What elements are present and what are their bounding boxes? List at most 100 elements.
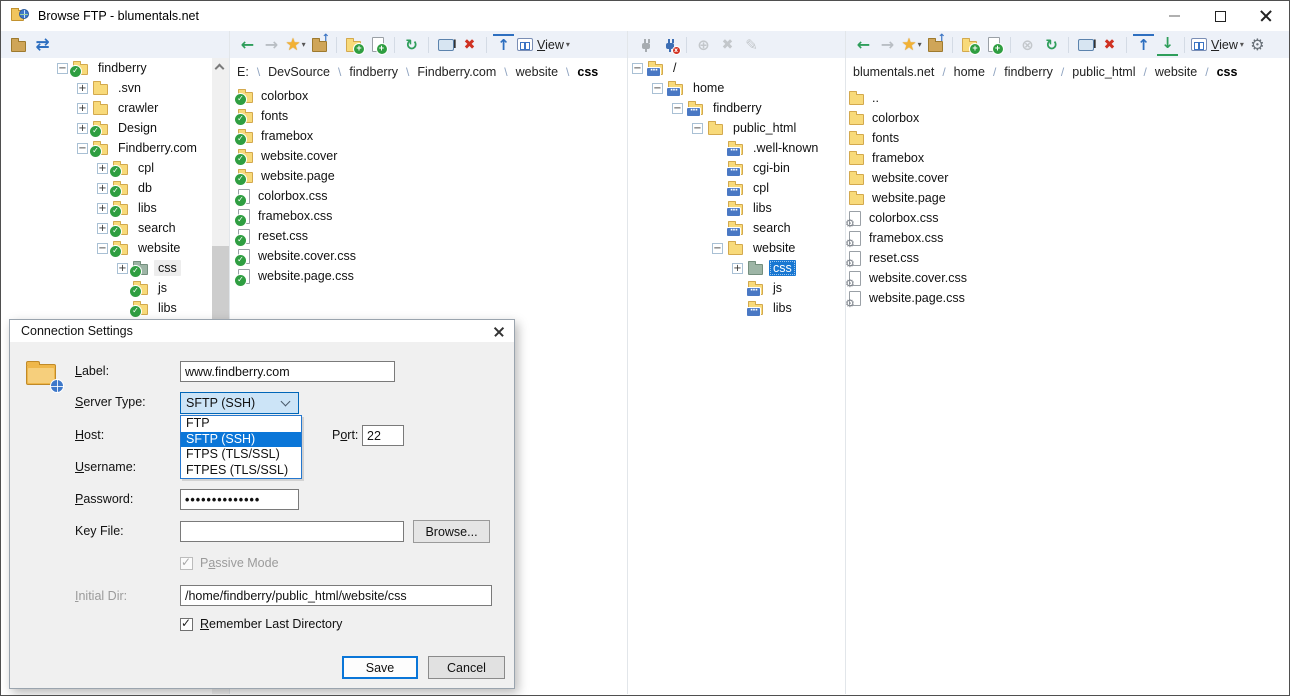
tree-expander[interactable]: + [77,103,88,114]
initial-dir-input[interactable] [180,585,492,606]
file-row[interactable]: website.cover [849,168,1290,188]
breadcrumb-segment[interactable]: website [1152,65,1200,79]
delete-icon[interactable]: ✖ [1099,34,1120,56]
forward-icon[interactable]: → [877,34,898,56]
passive-mode-checkbox[interactable] [180,557,193,570]
tree-expander[interactable]: + [97,183,108,194]
file-row[interactable]: colorbox.css [849,208,1290,228]
tree-node[interactable]: libs [628,198,845,218]
delete-icon[interactable]: ✖ [459,34,480,56]
save-button[interactable]: Save [342,656,418,679]
favorites-button[interactable]: ★▾ [285,34,306,56]
edit-connection-icon[interactable]: ✎ [741,34,762,56]
new-folder-button[interactable] [959,34,980,56]
tree-node[interactable]: + crawler [1,98,229,118]
tree-node[interactable]: + cpl [1,158,229,178]
tree-expander[interactable]: − [57,63,68,74]
file-row[interactable]: fonts [849,128,1290,148]
view-button[interactable]: View▾ [517,34,570,56]
breadcrumb-segment[interactable]: E: [234,65,252,79]
new-file-button[interactable] [367,34,388,56]
tree-expander[interactable]: − [712,243,723,254]
breadcrumb-segment[interactable]: css [574,65,601,79]
tree-node[interactable]: + .svn [1,78,229,98]
settings-gear-icon[interactable]: ⚙ [1247,34,1268,56]
file-row[interactable]: website.cover [238,146,627,166]
breadcrumb-segment[interactable]: css [1214,65,1241,79]
folder-up-button[interactable]: ↑ [309,34,330,56]
view-button[interactable]: View▾ [1191,34,1244,56]
server-type-option[interactable]: FTPS (TLS/SSL) [181,447,301,463]
file-row[interactable]: website.page.css [849,288,1290,308]
breadcrumb-segment[interactable]: website [513,65,561,79]
tree-expander[interactable]: − [97,243,108,254]
breadcrumb-segment[interactable]: home [951,65,988,79]
tree-expander[interactable]: + [97,163,108,174]
server-type-option[interactable]: FTP [181,416,301,432]
tree-expander[interactable]: + [117,263,128,274]
file-row[interactable]: framebox [238,126,627,146]
tree-expander[interactable]: − [692,123,703,134]
rename-button[interactable] [435,34,456,56]
server-type-option[interactable]: FTPES (TLS/SSL) [181,463,301,479]
close-button[interactable] [1243,1,1289,31]
dialog-close-icon[interactable] [492,325,506,339]
tree-node[interactable]: search [628,218,845,238]
connect-button[interactable] [635,34,656,56]
file-row[interactable]: reset.css [238,226,627,246]
server-type-dropdown[interactable]: SFTP (SSH) [180,392,299,414]
tree-expander[interactable]: + [77,83,88,94]
file-row[interactable]: website.page.css [238,266,627,286]
disconnect-button[interactable]: x [659,34,680,56]
tree-node[interactable]: − findberry [628,98,845,118]
file-row[interactable]: framebox.css [849,228,1290,248]
tree-node[interactable]: − findberry [1,58,229,78]
breadcrumb-segment[interactable]: findberry [1001,65,1056,79]
add-connection-icon[interactable]: ⊕ [693,34,714,56]
file-row[interactable]: website.page [238,166,627,186]
tree-node[interactable]: − home [628,78,845,98]
local-folder-button[interactable] [8,34,29,56]
minimize-button[interactable] [1151,1,1197,31]
tree-node[interactable]: + search [1,218,229,238]
back-icon[interactable]: ← [237,34,258,56]
tree-expander[interactable]: − [632,63,643,74]
tree-node[interactable]: − website [1,238,229,258]
label-input[interactable] [180,361,395,382]
tree-expander[interactable]: − [652,83,663,94]
tree-expander[interactable]: + [97,223,108,234]
upload-icon[interactable]: ↑ [1133,34,1154,56]
remember-last-directory-checkbox[interactable] [180,618,193,631]
download-icon[interactable]: ↓ [1157,34,1178,56]
tree-expander[interactable]: − [77,143,88,154]
file-row[interactable]: colorbox.css [238,186,627,206]
tree-expander[interactable]: − [672,103,683,114]
cancel-button[interactable]: Cancel [428,656,505,679]
tree-node[interactable]: + db [1,178,229,198]
tree-node[interactable]: libs [1,298,229,318]
file-row[interactable]: fonts [238,106,627,126]
remove-connection-icon[interactable]: ✖ [717,34,738,56]
refresh-icon[interactable]: ↻ [1041,34,1062,56]
file-row[interactable]: website.cover.css [238,246,627,266]
breadcrumb-segment[interactable]: DevSource [265,65,333,79]
file-row[interactable]: colorbox [849,108,1290,128]
port-input[interactable] [362,425,404,446]
favorites-button[interactable]: ★▾ [901,34,922,56]
folder-up-button[interactable]: ↑ [925,34,946,56]
tree-expander[interactable]: + [77,123,88,134]
file-row[interactable]: framebox.css [238,206,627,226]
tree-node[interactable]: libs [628,298,845,318]
tree-node[interactable]: + css [1,258,229,278]
browse-button[interactable]: Browse... [413,520,490,543]
tree-node[interactable]: − public_html [628,118,845,138]
password-input[interactable] [180,489,299,510]
maximize-button[interactable] [1197,1,1243,31]
tree-node[interactable]: − Findberry.com [1,138,229,158]
file-row[interactable]: .. [849,88,1290,108]
new-file-button[interactable] [983,34,1004,56]
stop-icon[interactable]: ⊗ [1017,34,1038,56]
tree-node[interactable]: cpl [628,178,845,198]
tree-node[interactable]: cgi-bin [628,158,845,178]
forward-icon[interactable]: → [261,34,282,56]
